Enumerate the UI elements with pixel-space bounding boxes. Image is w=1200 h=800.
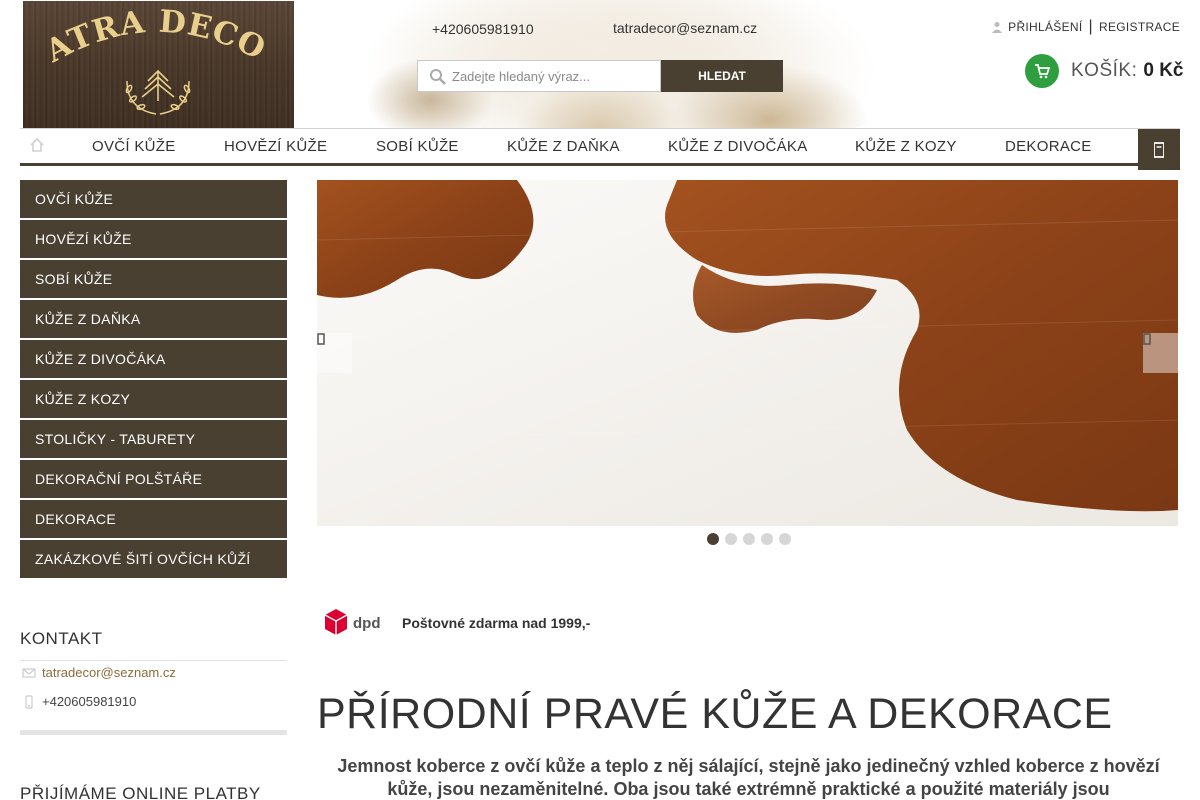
kontakt-divider	[20, 660, 287, 661]
chevron-left-icon	[317, 333, 325, 345]
home-icon[interactable]	[30, 138, 44, 152]
svg-text:TATRA DECOR: TATRA DECOR	[23, 1, 272, 70]
slider-prev-button[interactable]	[317, 333, 352, 373]
page-title: PŘÍRODNÍ PRAVÉ KŮŽE A DEKORACE	[317, 690, 1113, 738]
kontakt-heading: KONTAKT	[20, 629, 103, 648]
dpd-logo-text: dpd	[353, 615, 381, 632]
logo-tree-icon	[141, 69, 175, 101]
register-link[interactable]: REGISTRACE	[1099, 20, 1180, 34]
intro-text: Jemnost koberce z ovčí kůže a teplo z ně…	[337, 756, 1160, 799]
account-separator: |	[1088, 18, 1093, 35]
top-navigation: OVČÍ KŮŽE HOVĚZÍ KŮŽE SOBÍ KŮŽE KŮŽE Z D…	[20, 128, 1180, 166]
sidebar-item-dekorace[interactable]: DEKORACE	[20, 500, 287, 538]
site-logo[interactable]: TATRA DECOR	[23, 1, 294, 128]
slider-next-button[interactable]	[1143, 333, 1178, 373]
kontakt-bottom-bar	[20, 730, 287, 735]
menu-toggle-icon	[1154, 141, 1164, 158]
topnav-item-kuze-z-danka[interactable]: KŮŽE Z DAŇKA	[507, 138, 620, 155]
sidebar-item-zakazkove-siti[interactable]: ZAKÁZKOVÉ ŠITÍ OVČÍCH KŮŽÍ	[20, 540, 287, 578]
phone-icon	[25, 694, 33, 709]
user-icon	[992, 22, 1003, 33]
sidebar-categories: OVČÍ KŮŽE HOVĚZÍ KŮŽE SOBÍ KŮŽE KŮŽE Z D…	[20, 180, 287, 580]
slider-dot-4[interactable]	[761, 533, 773, 545]
sidebar-item-kuze-z-divocaka[interactable]: KŮŽE Z DIVOČÁKA	[20, 340, 287, 378]
cart-price: 0 Kč	[1143, 60, 1184, 81]
kontakt-phone: +420605981910	[42, 694, 137, 709]
topnav-item-ovci-kuze[interactable]: OVČÍ KŮŽE	[92, 138, 176, 155]
search-input[interactable]	[452, 62, 657, 90]
sidebar-item-kuze-z-kozy[interactable]: KŮŽE Z KOZY	[20, 380, 287, 418]
chevron-right-icon	[1143, 333, 1151, 345]
sidebar-item-hovezi-kuze[interactable]: HOVĚZÍ KŮŽE	[20, 220, 287, 258]
cart-label: KOŠÍK:	[1071, 60, 1138, 81]
topnav-item-kuze-z-divocaka[interactable]: KŮŽE Z DIVOČÁKA	[668, 138, 808, 155]
search-button[interactable]: HLEDAT	[661, 60, 783, 92]
envelope-icon	[22, 667, 36, 678]
shipping-info: Poštovné zdarma nad 1999,-	[402, 615, 591, 631]
search-box	[417, 60, 661, 92]
slide-image-cowhide	[317, 180, 1178, 526]
slider-dot-2[interactable]	[725, 533, 737, 545]
search-icon	[430, 69, 446, 85]
site-header: TATRA DECOR +420605981910 tatr	[0, 0, 1200, 128]
logo-graphic: TATRA DECOR	[23, 1, 272, 115]
sidebar-item-ovci-kuze[interactable]: OVČÍ KŮŽE	[20, 180, 287, 218]
logo-text: TATRA DECOR	[23, 1, 271, 70]
cart-icon	[1035, 64, 1050, 79]
topnav-item-kuze-z-kozy[interactable]: KŮŽE Z KOZY	[855, 138, 957, 155]
sidebar-item-stolicky-taburety[interactable]: STOLIČKY - TABURETY	[20, 420, 287, 458]
account-links: PŘIHLÁŠENÍ | REGISTRACE	[992, 18, 1180, 36]
menu-toggle-button[interactable]	[1138, 129, 1180, 170]
cart-summary[interactable]: KOŠÍK: 0 Kč	[1025, 54, 1184, 88]
sidebar-item-dekoracni-polstare[interactable]: DEKORAČNÍ POLŠTÁŘE	[20, 460, 287, 498]
slider-dot-5[interactable]	[779, 533, 791, 545]
kontakt-email-row[interactable]: tatradecor@seznam.cz	[20, 665, 287, 680]
login-link[interactable]: PŘIHLÁŠENÍ	[1008, 20, 1082, 34]
payments-heading: PŘIJÍMÁME ONLINE PLATBY	[20, 784, 261, 800]
topnav-item-hovezi-kuze[interactable]: HOVĚZÍ KŮŽE	[224, 138, 327, 155]
topnav-item-dekorace[interactable]: DEKORACE	[1005, 138, 1092, 155]
slider-dot-3[interactable]	[743, 533, 755, 545]
slider-pagination	[707, 533, 791, 545]
sidebar-item-sobi-kuze[interactable]: SOBÍ KŮŽE	[20, 260, 287, 298]
cart-icon-circle[interactable]	[1025, 54, 1059, 88]
hero-slider	[317, 180, 1178, 526]
topnav-item-sobi-kuze[interactable]: SOBÍ KŮŽE	[376, 138, 459, 155]
kontakt-email[interactable]: tatradecor@seznam.cz	[42, 665, 176, 680]
header-email[interactable]: tatradecor@seznam.cz	[613, 20, 757, 36]
header-phone[interactable]: +420605981910	[432, 21, 534, 37]
sidebar-item-kuze-z-danka[interactable]: KŮŽE Z DAŇKA	[20, 300, 287, 338]
kontakt-phone-row: +420605981910	[20, 694, 287, 709]
slider-dot-1[interactable]	[707, 533, 719, 545]
dpd-logo: dpd	[324, 609, 381, 635]
